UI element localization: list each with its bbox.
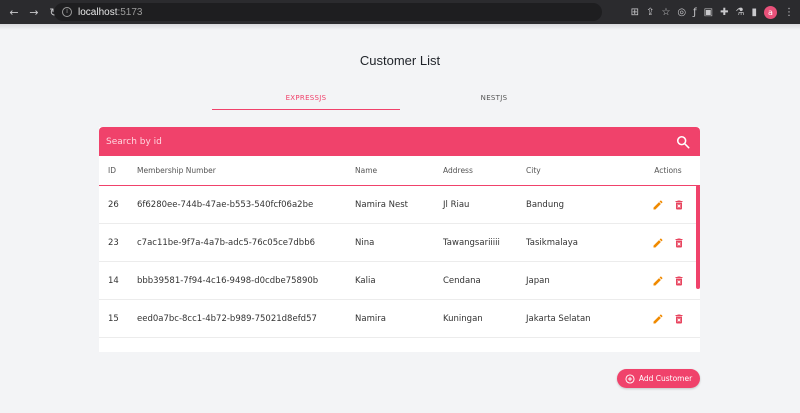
cell-city: Tasikmalaya — [526, 237, 579, 248]
toolbar-shadow — [0, 24, 800, 30]
delete-trash-icon[interactable] — [673, 199, 685, 211]
search-icon[interactable] — [676, 135, 690, 149]
cell-actions — [638, 199, 698, 211]
sidepanel-icon[interactable]: ▮ — [751, 7, 757, 18]
labs-icon[interactable]: ⚗ — [736, 7, 745, 18]
cell-address: Tawangsariiiii — [443, 237, 500, 248]
tab-bar: EXPRESSJS NESTJS — [212, 86, 588, 110]
cell-city: Bandung — [526, 199, 564, 210]
extension-icon[interactable]: ƒ — [693, 7, 697, 18]
table-row: 14 bbb39581-7f94-4c16-9498-d0cdbe75890b … — [99, 262, 700, 300]
header-actions: Actions — [654, 166, 682, 175]
header-address: Address — [443, 166, 473, 175]
url-host: localhost — [78, 6, 118, 18]
share-icon[interactable]: ⇪ — [646, 7, 654, 18]
tab-nestjs[interactable]: NESTJS — [400, 86, 588, 110]
profile-avatar[interactable]: a — [764, 5, 777, 19]
translate-icon[interactable]: ⊞ — [631, 7, 639, 18]
tab-expressjs[interactable]: EXPRESSJS — [212, 86, 400, 110]
delete-trash-icon[interactable] — [673, 275, 685, 287]
cell-actions — [638, 275, 698, 287]
table-scrollbar[interactable] — [696, 185, 700, 289]
cell-membership: c7ac11be-9f7a-4a7b-adc5-76c05ce7dbb6 — [137, 237, 316, 248]
extension-icon[interactable]: ▣ — [704, 7, 713, 18]
edit-pencil-icon[interactable] — [652, 199, 664, 211]
table-row: 23 c7ac11be-9f7a-4a7b-adc5-76c05ce7dbb6 … — [99, 224, 700, 262]
header-id: ID — [108, 166, 116, 175]
header-city: City — [526, 166, 541, 175]
add-circle-icon — [625, 373, 635, 384]
cell-address: Jl Riau — [443, 199, 470, 210]
browser-toolbar: ← → ↻ i localhost:5173 ⊞ ⇪ ☆ ◎ ƒ ▣ ✚ ⚗ ▮… — [0, 0, 800, 24]
search-bar — [99, 127, 700, 156]
cell-name: Nina — [355, 237, 375, 248]
cell-id: 15 — [108, 313, 119, 324]
url-port: :5173 — [117, 6, 143, 18]
cell-membership: eed0a7bc-8cc1-4b72-b989-75021d8efd57 — [137, 313, 317, 324]
cell-membership: 6f6280ee-744b-47ae-b553-540fcf06a2be — [137, 199, 314, 210]
edit-pencil-icon[interactable] — [652, 275, 664, 287]
cell-id: 14 — [108, 275, 119, 286]
edit-pencil-icon[interactable] — [652, 237, 664, 249]
table-row: 26 6f6280ee-744b-47ae-b553-540fcf06a2be … — [99, 186, 700, 224]
edit-pencil-icon[interactable] — [652, 313, 664, 325]
search-input[interactable] — [106, 136, 676, 147]
cell-membership: bbb39581-7f94-4c16-9498-d0cdbe75890b — [137, 275, 319, 286]
header-name: Name — [355, 166, 378, 175]
table-row: 15 eed0a7bc-8cc1-4b72-b989-75021d8efd57 … — [99, 300, 700, 338]
cell-actions — [638, 313, 698, 325]
cell-address: Cendana — [443, 275, 481, 286]
cell-id: 23 — [108, 237, 119, 248]
cell-actions — [638, 237, 698, 249]
cell-name: Kalia — [355, 275, 376, 286]
delete-trash-icon[interactable] — [673, 237, 685, 249]
bookmark-star-icon[interactable]: ☆ — [661, 7, 670, 18]
cell-city: Jakarta Selatan — [526, 313, 591, 324]
browser-nav: ← → ↻ — [0, 6, 60, 19]
cell-id: 26 — [108, 199, 119, 210]
forward-icon[interactable]: → — [28, 6, 40, 19]
cell-address: Kuningan — [443, 313, 483, 324]
delete-trash-icon[interactable] — [673, 313, 685, 325]
customer-table-card: ID Membership Number Name Address City A… — [99, 127, 700, 352]
add-customer-label: Add Customer — [638, 374, 693, 383]
address-bar[interactable]: i localhost:5173 — [54, 3, 602, 21]
puzzle-icon[interactable]: ✚ — [720, 7, 728, 18]
page-title: Customer List — [359, 53, 441, 68]
cell-city: Japan — [526, 275, 550, 286]
menu-kebab-icon[interactable]: ⋮ — [784, 7, 794, 18]
extension-icon[interactable]: ◎ — [677, 7, 686, 18]
customer-table: ID Membership Number Name Address City A… — [99, 156, 700, 338]
cell-name: Namira — [355, 313, 386, 324]
browser-extensions: ⊞ ⇪ ☆ ◎ ƒ ▣ ✚ ⚗ ▮ a ⋮ — [631, 4, 794, 20]
cell-name: Namira Nest — [355, 199, 408, 210]
header-membership: Membership Number — [137, 166, 216, 175]
back-icon[interactable]: ← — [8, 6, 20, 19]
add-customer-button[interactable]: Add Customer — [617, 369, 700, 388]
table-header: ID Membership Number Name Address City A… — [99, 156, 700, 186]
site-info-icon[interactable]: i — [62, 7, 72, 17]
